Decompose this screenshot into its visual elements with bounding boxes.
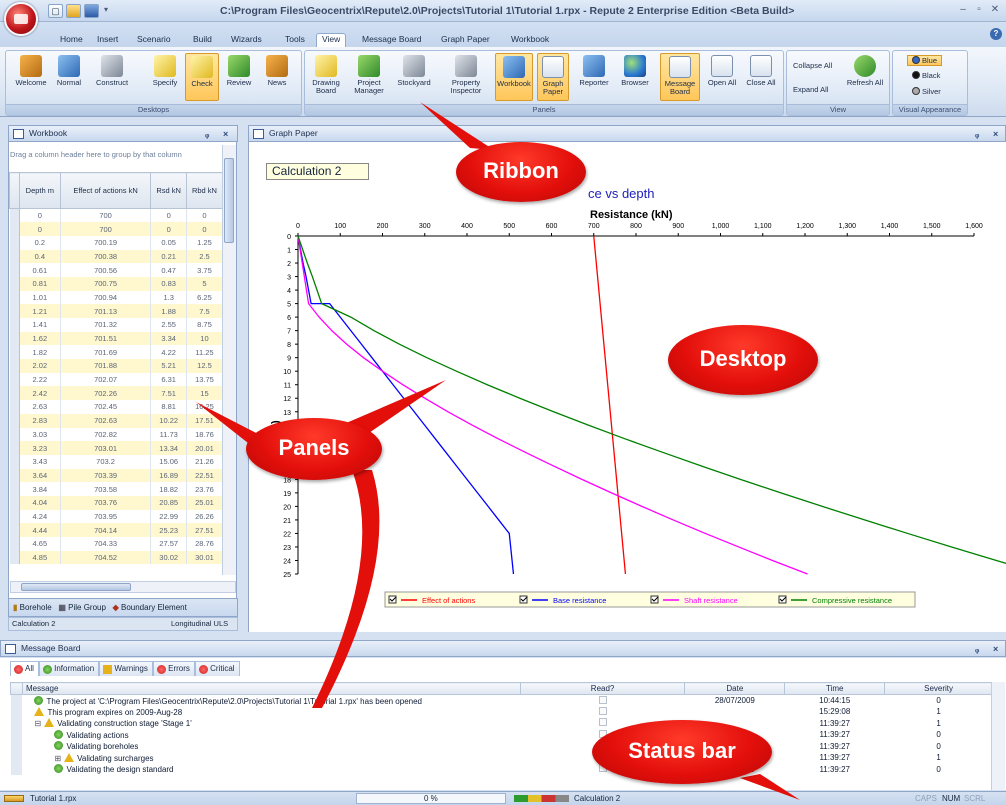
- ribbon-callout-pointer: [420, 102, 494, 150]
- panels-callout: Panels: [246, 418, 382, 480]
- callout-pointers: [196, 102, 800, 800]
- status-callout-pointer: [740, 774, 800, 800]
- status-bar-callout: Status bar: [592, 720, 772, 784]
- ribbon-callout: Ribbon: [456, 142, 586, 202]
- application-menu-button[interactable]: [4, 2, 38, 36]
- desktop-callout: Desktop: [668, 325, 818, 395]
- app-logo-icon: [14, 14, 28, 24]
- panels-callout-pointer-down: [312, 470, 380, 708]
